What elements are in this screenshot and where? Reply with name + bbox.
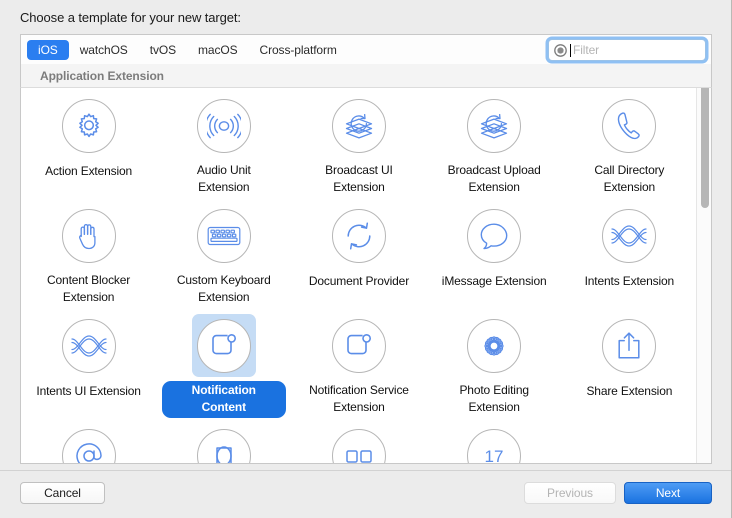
filter-field-container: Filter: [548, 35, 710, 65]
template-item-custom-keyboard-extension[interactable]: Custom Keyboard Extension: [156, 198, 291, 308]
template-icon-box: [57, 94, 121, 158]
at-sign-icon: [62, 429, 116, 464]
template-item-label: Broadcast UI Extension: [297, 161, 421, 198]
template-item-label: Intents Extension: [577, 272, 683, 292]
template-item-share-extension[interactable]: Share Extension: [562, 308, 697, 418]
template-icon-box: [192, 94, 256, 157]
intents-weave-icon: [62, 319, 116, 373]
template-item-label: Action Extension: [37, 162, 140, 182]
notification-badge-icon: [332, 319, 386, 373]
template-icon-box: [57, 204, 121, 267]
tab-tvos[interactable]: tvOS: [139, 40, 187, 60]
text-cursor: [570, 44, 571, 57]
template-item-label: Document Provider: [301, 272, 417, 292]
template-icon-box: [462, 314, 526, 377]
template-item-row4-2[interactable]: [156, 418, 291, 464]
flower-petals-icon: [467, 319, 521, 373]
template-item-notification-content[interactable]: Notification Content: [156, 308, 291, 418]
template-item-label: iMessage Extension: [434, 272, 555, 292]
previous-button[interactable]: Previous: [524, 482, 616, 504]
template-icon-box: [327, 94, 391, 157]
audio-waves-icon: [197, 99, 251, 153]
template-item-label: Share Extension: [578, 382, 680, 402]
section-header: Application Extension: [20, 64, 712, 88]
template-item-label: Broadcast Upload Extension: [432, 161, 556, 198]
template-item-action-extension[interactable]: Action Extension: [21, 88, 156, 198]
template-item-imessage-extension[interactable]: iMessage Extension: [427, 198, 562, 308]
template-item-row4-5[interactable]: [562, 418, 697, 464]
template-icon-box: [597, 94, 661, 157]
template-icon-box: [597, 204, 661, 268]
template-item-intents-ui-extension[interactable]: Intents UI Extension: [21, 308, 156, 418]
svg-text:17: 17: [485, 447, 504, 464]
tab-ios[interactable]: iOS: [27, 40, 69, 60]
template-icon-box: 17: [462, 424, 526, 464]
template-item-label: Custom Keyboard Extension: [162, 271, 286, 308]
choose-template-dialog: Choose a template for your new target: i…: [0, 0, 732, 518]
template-icon-box: [192, 204, 256, 267]
template-item-label: Content Blocker Extension: [27, 271, 151, 308]
tab-macos[interactable]: macOS: [187, 40, 249, 60]
template-item-label-selected: Notification Content: [162, 381, 286, 418]
template-icon-box-selected: [192, 314, 256, 377]
template-icon-box: [57, 424, 121, 464]
seventeen-icon: 17: [467, 429, 521, 464]
section-header-label: Application Extension: [40, 69, 164, 83]
template-item-photo-editing-extension[interactable]: Photo Editing Extension: [427, 308, 562, 418]
template-item-content-blocker-extension[interactable]: Content Blocker Extension: [21, 198, 156, 308]
template-item-label: Notification Service Extension: [297, 381, 421, 418]
keyboard-icon: [197, 209, 251, 263]
template-item-audio-unit-extension[interactable]: Audio Unit Extension: [156, 88, 291, 198]
intents-weave-icon: [602, 209, 656, 263]
template-item-broadcast-ui-extension[interactable]: Broadcast UI Extension: [291, 88, 426, 198]
template-icon-box: [597, 314, 661, 378]
filter-placeholder: Filter: [573, 43, 599, 57]
template-item-call-directory-extension[interactable]: Call Directory Extension: [562, 88, 697, 198]
scrollbar-thumb[interactable]: [701, 88, 709, 208]
hand-icon: [62, 209, 116, 263]
template-item-row4-1[interactable]: [21, 418, 156, 464]
template-icon-box: [192, 424, 256, 464]
gear-icon: [62, 99, 116, 153]
cancel-button[interactable]: Cancel: [20, 482, 105, 504]
phone-icon: [602, 99, 656, 153]
template-icon-box: [462, 94, 526, 157]
next-button[interactable]: Next: [624, 482, 712, 504]
template-item-notification-service-extension[interactable]: Notification Service Extension: [291, 308, 426, 418]
template-item-intents-extension[interactable]: Intents Extension: [562, 198, 697, 308]
template-icon-box: [327, 314, 391, 377]
dialog-footer: Cancel Previous Next: [0, 470, 731, 518]
template-item-label: Photo Editing Extension: [432, 381, 556, 418]
template-icon-box: [327, 204, 391, 268]
template-item-label: Call Directory Extension: [567, 161, 691, 198]
template-item-broadcast-upload-extension[interactable]: Broadcast Upload Extension: [427, 88, 562, 198]
grid-scrollbar[interactable]: [696, 88, 711, 464]
template-icon-box: [597, 424, 661, 464]
template-item-label: Intents UI Extension: [28, 382, 148, 402]
tab-cross-platform[interactable]: Cross-platform: [249, 40, 348, 60]
template-item-row4-3[interactable]: [291, 418, 426, 464]
template-icon-box: [57, 314, 121, 378]
share-upload-icon: [602, 319, 656, 373]
notification-badge-icon: [197, 319, 251, 373]
template-item-label: Audio Unit Extension: [162, 161, 286, 198]
template-grid: Action Extension: [21, 88, 697, 464]
template-platform-bar: iOS watchOS tvOS macOS Cross-platform Fi…: [20, 34, 712, 64]
sticker-icon: [197, 429, 251, 464]
template-item-document-provider[interactable]: Document Provider: [291, 198, 426, 308]
template-icon-box: [327, 424, 391, 464]
tab-watchos[interactable]: watchOS: [69, 40, 139, 60]
search-icon: [554, 44, 567, 57]
broadcast-stack-icon: [332, 99, 386, 153]
broadcast-stack-icon: [467, 99, 521, 153]
platform-tab-list: iOS watchOS tvOS macOS Cross-platform: [27, 35, 348, 65]
template-icon-box: [462, 204, 526, 268]
page-title: Choose a template for your new target:: [20, 10, 241, 25]
template-grid-panel: Action Extension: [20, 88, 712, 464]
refresh-cycle-icon: [332, 209, 386, 263]
speech-bubble-icon: [467, 209, 521, 263]
template-item-row4-4[interactable]: 17: [427, 418, 562, 464]
pages-icon: [332, 429, 386, 464]
filter-input[interactable]: Filter: [548, 39, 706, 61]
